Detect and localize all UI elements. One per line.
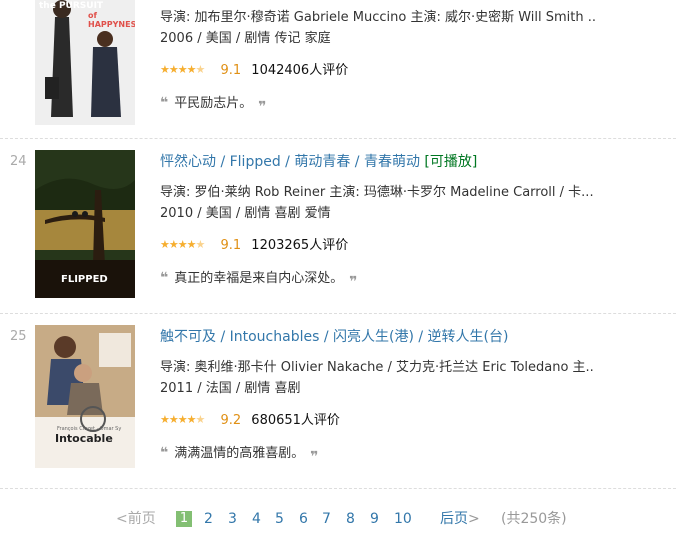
page-link-5[interactable]: 5	[275, 508, 284, 530]
next-page-label: 后页	[440, 511, 468, 527]
movie-poster[interactable]: the PURSUIT of HAPPYNESS	[35, 0, 135, 125]
movie-info: 触不可及 / Intouchables / 闪亮人生(港) / 逆转人生(台) …	[160, 325, 600, 465]
movie-quote: ❝ 平民励志片。 ❞	[160, 91, 600, 115]
rating-row: ★★★★★ 9.1 1042406人评价	[160, 59, 600, 81]
page-link-6[interactable]: 6	[299, 508, 308, 530]
page-link-2[interactable]: 2	[204, 508, 213, 530]
movie-meta: 2006 / 美国 / 剧情 传记 家庭	[160, 31, 331, 46]
movie-poster[interactable]: FLIPPED	[35, 150, 135, 298]
movie-meta: 2011 / 法国 / 剧情 喜剧	[160, 381, 301, 396]
quote-open-icon: ❝	[160, 270, 169, 286]
rank-number: 25	[10, 329, 27, 344]
poster-image	[35, 325, 135, 468]
vote-count: 1203265人评价	[251, 237, 349, 253]
movie-quote: ❝ 真正的幸福是来自内心深处。 ❞	[160, 266, 600, 290]
original-title: / Intouchables	[216, 329, 320, 345]
quote-close-icon: ❞	[258, 99, 267, 115]
quote-text: 平民励志片。	[174, 96, 253, 111]
quote-text: 真正的幸福是来自内心深处。	[174, 271, 344, 286]
quote-close-icon: ❞	[310, 449, 319, 465]
movie-title-link[interactable]: 怦然心动	[160, 154, 216, 170]
page-link-3[interactable]: 3	[228, 508, 237, 530]
pagination: <前页 1 2 3 4 5 6 7 8 9 10 后页> (共250条)	[0, 508, 676, 530]
page-link-4[interactable]: 4	[252, 508, 261, 530]
movie-meta: 2010 / 美国 / 剧情 喜剧 爱情	[160, 206, 331, 221]
movie-item: 24 FLIPPED 怦然心动 / Flipped / 萌动青春 / 青春萌动 …	[0, 150, 676, 312]
rating-stars-icon: ★★★★★	[160, 413, 205, 426]
poster-title: Intocable	[55, 432, 113, 445]
movie-poster[interactable]: François Cluzet · Omar Sy Intocable	[35, 325, 135, 468]
rating-row: ★★★★★ 9.2 680651人评价	[160, 409, 600, 431]
other-title: / 萌动青春 / 青春萌动	[280, 154, 420, 170]
prev-page-button[interactable]: <前页	[116, 508, 156, 530]
movie-info: 导演: 加布里尔·穆奇诺 Gabriele Muccino 主演: 威尔·史密斯…	[160, 7, 600, 115]
rating-stars-icon: ★★★★★	[160, 63, 205, 76]
rating-score: 9.2	[220, 412, 242, 428]
vote-count: 1042406人评价	[251, 62, 349, 78]
page-link-9[interactable]: 9	[370, 508, 379, 530]
rating-score: 9.1	[220, 62, 242, 78]
vote-count: 680651人评价	[251, 412, 340, 428]
poster-title-1: the PURSUIT	[39, 1, 104, 11]
title-line: 怦然心动 / Flipped / 萌动青春 / 青春萌动 [可播放]	[160, 150, 600, 174]
other-title: / 闪亮人生(港) / 逆转人生(台)	[319, 329, 509, 345]
director-cast: 导演: 加布里尔·穆奇诺 Gabriele Muccino 主演: 威尔·史密斯…	[160, 10, 595, 25]
title-line: 触不可及 / Intouchables / 闪亮人生(港) / 逆转人生(台)	[160, 325, 600, 349]
original-title: / Flipped	[216, 154, 281, 170]
next-page-button[interactable]: 后页>	[440, 508, 480, 530]
movie-title-link[interactable]: 触不可及	[160, 329, 216, 345]
current-page: 1	[176, 511, 192, 527]
page-link-10[interactable]: 10	[394, 508, 412, 530]
movie-info: 怦然心动 / Flipped / 萌动青春 / 青春萌动 [可播放] 导演: 罗…	[160, 150, 600, 290]
movie-item: 25 François Cluzet · Omar Sy Intocable 触…	[0, 325, 676, 487]
total-count: (共250条)	[501, 511, 567, 527]
poster-title: FLIPPED	[61, 274, 108, 285]
quote-close-icon: ❞	[349, 274, 358, 290]
rating-score: 9.1	[220, 237, 242, 253]
item-divider	[0, 313, 676, 314]
rating-row: ★★★★★ 9.1 1203265人评价	[160, 234, 600, 256]
item-divider	[0, 138, 676, 139]
item-divider	[0, 488, 676, 489]
poster-title-2: of HAPPYNESS	[88, 11, 135, 29]
movie-quote: ❝ 满满温情的高雅喜剧。 ❞	[160, 441, 600, 465]
quote-text: 满满温情的高雅喜剧。	[174, 446, 305, 461]
director-cast: 导演: 罗伯·莱纳 Rob Reiner 主演: 玛德琳·卡罗尔 Madelin…	[160, 185, 594, 200]
playable-badge[interactable]: [可播放]	[424, 154, 477, 170]
quote-open-icon: ❝	[160, 445, 169, 461]
next-arrow-icon: >	[468, 511, 480, 527]
page-link-8[interactable]: 8	[346, 508, 355, 530]
quote-open-icon: ❝	[160, 95, 169, 111]
director-cast: 导演: 奥利维·那卡什 Olivier Nakache / 艾力克·托兰达 Er…	[160, 360, 595, 375]
page-link-7[interactable]: 7	[322, 508, 331, 530]
movie-item: the PURSUIT of HAPPYNESS 导演: 加布里尔·穆奇诺 Ga…	[0, 0, 676, 138]
rating-stars-icon: ★★★★★	[160, 238, 205, 251]
rank-number: 24	[10, 154, 27, 169]
